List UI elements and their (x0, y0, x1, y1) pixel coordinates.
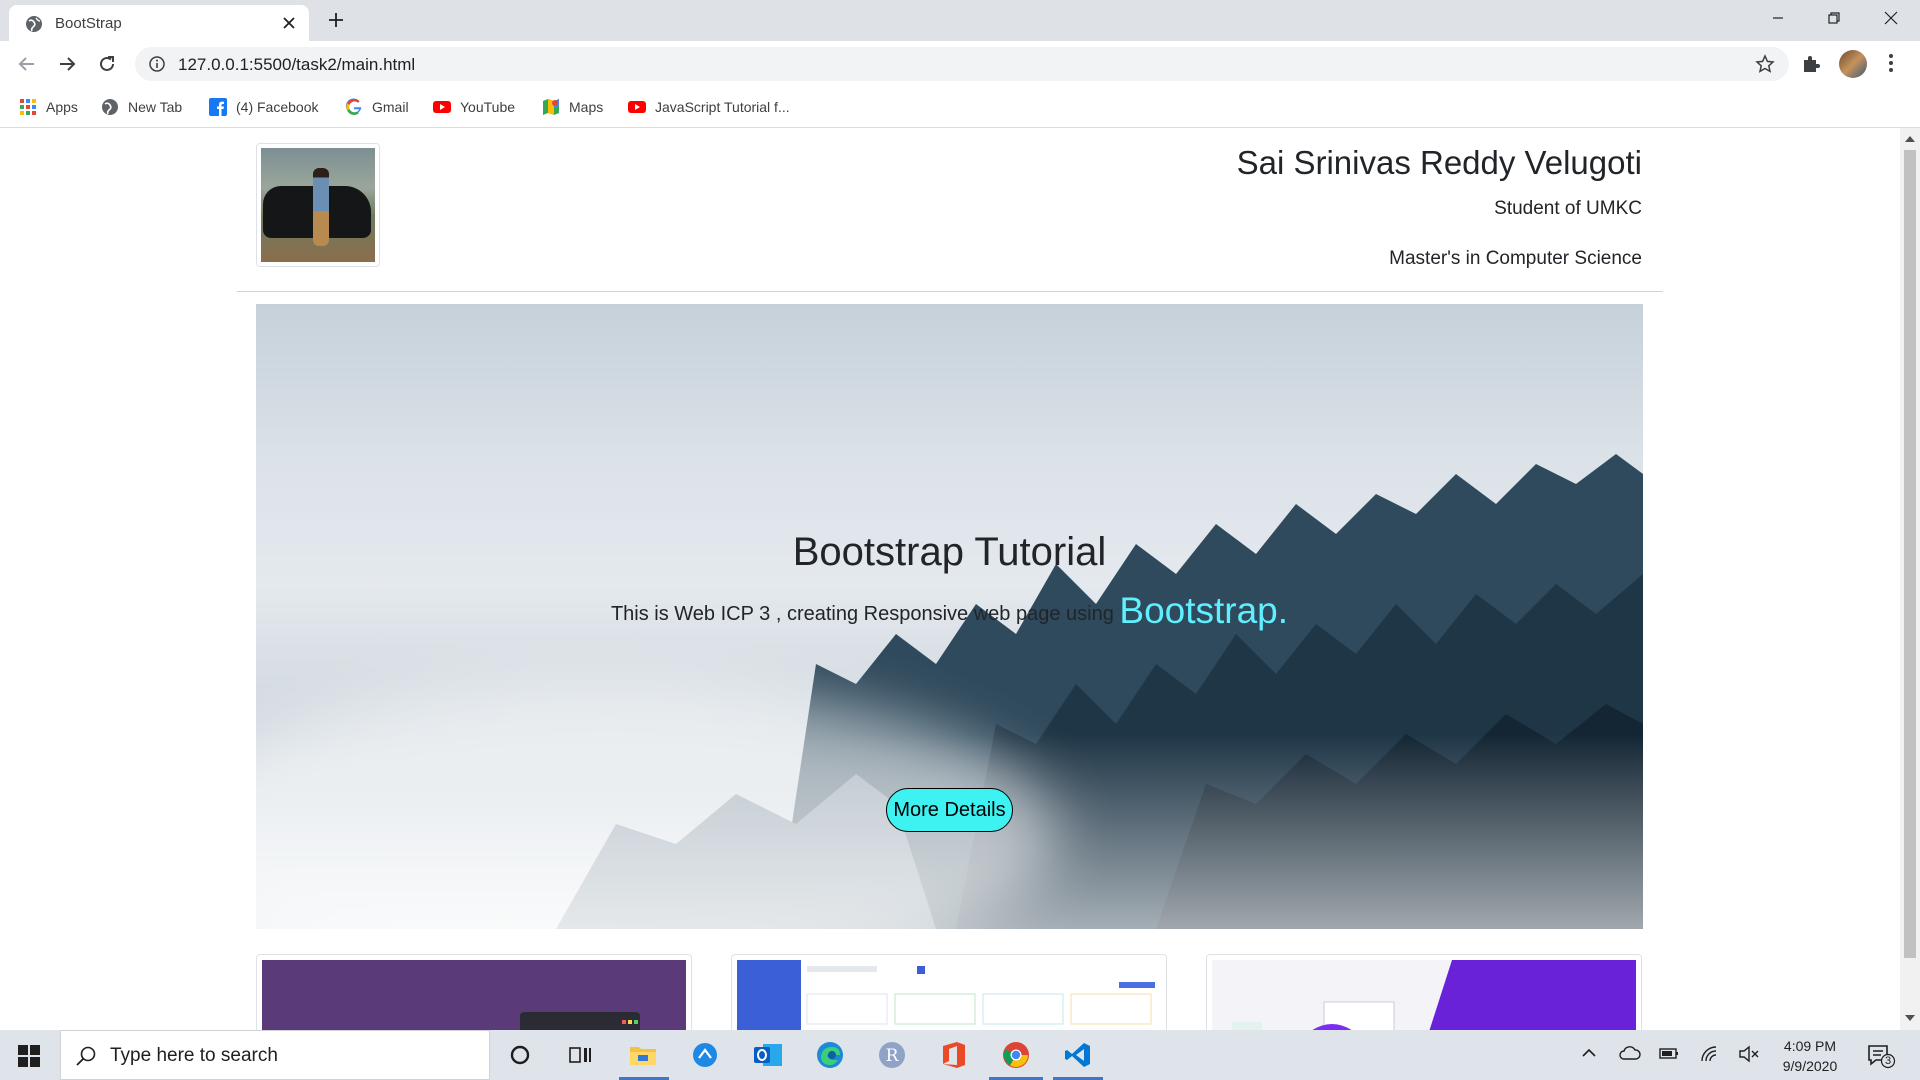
youtube-icon (628, 98, 646, 116)
reload-icon[interactable] (96, 53, 118, 75)
browser-toolbar: 127.0.0.1:5500/task2/main.html (0, 41, 1920, 86)
outlook-icon[interactable] (751, 1039, 785, 1071)
clock-time: 4:09 PM (1783, 1038, 1837, 1054)
edge-browser-icon[interactable] (813, 1039, 847, 1071)
new-tab-plus-icon[interactable] (326, 10, 346, 30)
bookmark-label: (4) Facebook (236, 99, 319, 115)
search-placeholder: Type here to search (110, 1045, 278, 1066)
r-app-icon[interactable]: R (875, 1039, 909, 1071)
url-text: 127.0.0.1:5500/task2/main.html (178, 55, 416, 74)
globe-icon (25, 15, 43, 33)
scroll-down-arrow-icon[interactable] (1905, 1014, 1915, 1022)
scroll-up-arrow-icon[interactable] (1905, 135, 1915, 143)
system-clock[interactable]: 4:09 PM 9/9/2020 (1770, 1036, 1850, 1076)
file-explorer-icon[interactable] (626, 1039, 660, 1071)
hero-highlight: Bootstrap. (1119, 590, 1289, 631)
google-icon (345, 98, 363, 116)
vpn-app-icon[interactable] (688, 1039, 722, 1071)
hero-title: Bootstrap Tutorial (792, 530, 1107, 574)
extensions-puzzle-icon[interactable] (1801, 54, 1821, 74)
page-scrollbar[interactable] (1900, 128, 1920, 1030)
bookmark-label: Maps (569, 99, 604, 115)
thumbnail-card-1[interactable] (256, 954, 692, 1030)
profile-photo-frame (256, 143, 380, 267)
task-view-icon[interactable] (563, 1039, 597, 1071)
thumbnail-image-3 (1212, 960, 1636, 1030)
hero-text: This is Web ICP 3 , creating Responsive … (256, 590, 1643, 632)
notification-count: 3 (1884, 1055, 1892, 1067)
info-icon[interactable] (149, 56, 165, 72)
profile-avatar[interactable] (1839, 50, 1867, 78)
restore-icon[interactable] (1824, 8, 1844, 28)
bookmark-facebook[interactable]: (4) Facebook (209, 96, 318, 118)
windows-taskbar: Type here to search R 4:09 PM 9/9/2020 3 (0, 1030, 1920, 1080)
thumbnail-card-2[interactable] (731, 954, 1167, 1030)
thumbnail-image-2 (737, 960, 1161, 1030)
office-icon[interactable] (937, 1039, 971, 1071)
bookmark-label: New Tab (128, 99, 183, 115)
profile-photo (261, 148, 375, 262)
profile-degree: Master's in Computer Science (1389, 248, 1642, 269)
page-viewport: Sai Srinivas Reddy Velugoti Student of U… (0, 128, 1900, 1030)
bookmark-javascript-tutorial[interactable]: JavaScript Tutorial f... (628, 96, 790, 118)
taskbar-search-box[interactable]: Type here to search (60, 1030, 490, 1080)
volume-muted-icon[interactable] (1738, 1045, 1760, 1063)
address-bar[interactable]: 127.0.0.1:5500/task2/main.html (135, 47, 1789, 81)
bookmark-apps[interactable]: Apps (19, 96, 78, 118)
more-details-button[interactable]: More Details (886, 788, 1013, 832)
apps-grid-icon (19, 98, 37, 116)
close-window-icon[interactable] (1881, 8, 1901, 28)
bookmark-label: YouTube (460, 99, 516, 115)
svg-text:R: R (886, 1046, 900, 1066)
windows-start-icon[interactable] (18, 1045, 40, 1067)
header-divider (237, 291, 1663, 292)
bookmark-star-icon[interactable] (1755, 54, 1775, 74)
hero-description: This is Web ICP 3 , creating Responsive … (610, 603, 1114, 625)
onedrive-cloud-icon[interactable] (1619, 1045, 1641, 1061)
bookmark-gmail[interactable]: Gmail (345, 96, 409, 118)
minimize-icon[interactable] (1768, 8, 1788, 28)
battery-icon[interactable] (1658, 1045, 1680, 1061)
bookmark-youtube[interactable]: YouTube (433, 96, 515, 118)
bookmark-label: JavaScript Tutorial f... (655, 99, 790, 115)
more-menu-icon[interactable] (1888, 53, 1894, 73)
globe-icon (101, 98, 119, 116)
cortana-icon[interactable] (503, 1039, 537, 1071)
tab-title: BootStrap (55, 15, 122, 32)
maps-icon (542, 98, 560, 116)
facebook-icon (209, 98, 227, 116)
close-tab-icon[interactable] (281, 15, 297, 31)
profile-name: Sai Srinivas Reddy Velugoti (1236, 144, 1642, 181)
bookmark-label: Apps (46, 99, 78, 115)
thumbnail-card-3[interactable] (1206, 954, 1642, 1030)
search-icon (75, 1045, 97, 1067)
back-arrow-icon[interactable] (16, 53, 38, 75)
thumbnail-image-1 (262, 960, 686, 1030)
bookmarks-bar: Apps New Tab (4) Facebook Gmail YouTube … (0, 86, 1920, 128)
scrollbar-thumb[interactable] (1904, 150, 1916, 958)
wifi-icon[interactable] (1700, 1045, 1720, 1063)
chrome-icon[interactable] (999, 1039, 1033, 1071)
hero-jumbotron: Bootstrap Tutorial This is Web ICP 3 , c… (256, 304, 1643, 929)
forward-arrow-icon[interactable] (56, 53, 78, 75)
clock-date: 9/9/2020 (1782, 1058, 1838, 1074)
vscode-icon[interactable] (1061, 1039, 1095, 1071)
bookmark-new-tab[interactable]: New Tab (101, 96, 182, 118)
bookmark-label: Gmail (372, 99, 409, 115)
bookmark-maps[interactable]: Maps (542, 96, 603, 118)
tab-bootstrap[interactable]: BootStrap (9, 5, 309, 41)
tab-strip: BootStrap (0, 0, 1920, 41)
tray-chevron-up-icon[interactable] (1581, 1045, 1597, 1061)
person-shape (313, 168, 329, 246)
youtube-icon (433, 98, 451, 116)
profile-subtitle: Student of UMKC (1494, 198, 1642, 219)
